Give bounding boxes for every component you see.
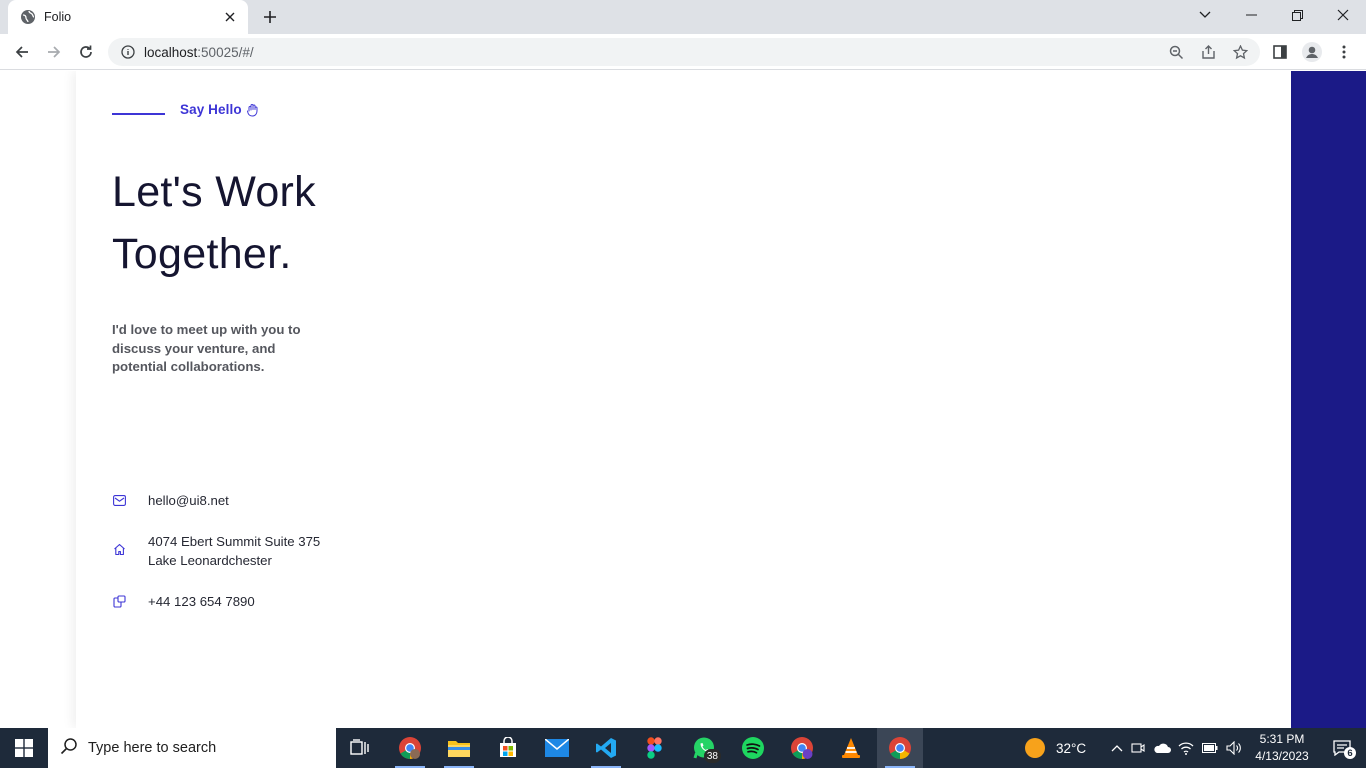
figma-icon [647,737,662,759]
taskbar-chrome-active[interactable] [877,728,923,768]
url-host: localhost [144,44,198,60]
waving-hand-icon [246,103,260,117]
sun-icon [1025,738,1045,758]
site-info-icon[interactable] [120,44,136,60]
email-link[interactable]: hello@ui8.net [148,491,229,510]
system-tray [1108,728,1246,768]
notification-count: 6 [1344,747,1356,759]
whatsapp-badge: 38 [703,749,721,763]
new-tab-button[interactable] [258,6,282,28]
zoom-icon[interactable] [1168,44,1184,60]
back-button[interactable] [9,39,35,65]
address-line-2: Lake Leonardchester [148,553,272,568]
weather-temp: 32°C [1056,740,1087,756]
contact-address-row: 4074 Ebert Summit Suite 375 Lake Leonard… [112,532,320,570]
address-line-1: 4074 Ebert Summit Suite 375 [148,534,321,549]
share-icon[interactable] [1200,44,1216,60]
page-headline: Let's Work Together. [112,161,316,285]
spotify-icon [742,737,764,759]
taskbar-whatsapp[interactable]: 38 [681,728,727,768]
contact-email-row: hello@ui8.net [112,491,229,510]
contact-section: Say Hello Let's Work Together. I'd love … [76,71,1291,728]
reload-button[interactable] [73,39,99,65]
browser-toolbar: localhost:50025/#/ [0,34,1366,70]
taskbar-spotify[interactable] [730,728,776,768]
battery-icon[interactable] [1198,743,1222,753]
section-eyebrow: Say Hello [112,102,260,117]
folder-icon [448,741,470,757]
task-view-icon [350,739,369,755]
tab-title: Folio [44,10,72,24]
store-icon [500,737,516,757]
chrome-icon [889,737,911,759]
taskbar-microsoft-store[interactable] [485,728,531,768]
headline-line-1: Let's Work [112,168,316,216]
globe-icon [20,9,36,25]
camera-icon[interactable] [1126,741,1150,755]
show-hidden-icons[interactable] [1108,744,1126,752]
taskbar-vscode[interactable] [583,728,629,768]
onedrive-cloud-icon[interactable] [1150,742,1174,754]
eyebrow-text: Say Hello [180,102,242,117]
mail-app-icon [545,739,569,757]
taskbar-chrome-profile[interactable] [387,728,433,768]
task-view-button[interactable] [337,728,383,768]
taskbar-vlc[interactable] [828,728,874,768]
close-tab-icon[interactable] [222,9,238,25]
contact-phone-row: +44 123 654 7890 [112,592,255,611]
mail-icon [112,493,126,507]
chrome-icon [791,737,813,759]
taskbar-file-explorer[interactable] [436,728,482,768]
kebab-menu-icon[interactable] [1334,42,1354,62]
taskbar-clock[interactable]: 5:31 PM 4/13/2023 [1250,731,1314,765]
profile-avatar-icon[interactable] [1302,42,1322,62]
search-placeholder: Type here to search [88,740,217,756]
wifi-icon[interactable] [1174,741,1198,755]
clock-time: 5:31 PM [1259,732,1305,746]
intro-paragraph: I'd love to meet up with you to discuss … [112,322,301,374]
volume-icon[interactable] [1222,741,1246,755]
address-text: 4074 Ebert Summit Suite 375 Lake Leonard… [148,532,320,570]
tab-strip: Folio [0,0,1366,34]
taskbar-search-box[interactable]: Type here to search [48,728,336,768]
start-button[interactable] [0,728,48,768]
home-icon [112,542,126,556]
vscode-icon [596,738,616,758]
phone-number[interactable]: +44 123 654 7890 [148,592,255,611]
url-path: :50025/#/ [197,44,254,60]
tab-search-icon[interactable] [1182,0,1228,30]
address-bar[interactable]: localhost:50025/#/ [108,38,1260,66]
weather-widget[interactable]: 32°C [1024,728,1086,768]
headline-line-2: Together. [112,230,292,278]
browser-tab-folio[interactable]: Folio [8,0,248,34]
windows-logo-icon [15,739,33,757]
forward-button[interactable] [41,39,67,65]
taskbar-figma[interactable] [632,728,678,768]
phone-icon [112,594,126,608]
side-panel-icon[interactable] [1270,42,1290,62]
bookmark-star-icon[interactable] [1232,44,1248,60]
close-window-button[interactable] [1320,0,1366,30]
clock-date: 4/13/2023 [1255,749,1309,763]
windows-taskbar: Type here to search 38 32°C 5:31 PM 4/13… [0,728,1366,768]
minimize-button[interactable] [1228,0,1274,30]
search-icon [60,737,78,760]
left-gutter [0,71,76,728]
taskbar-chrome-profile-2[interactable] [779,728,825,768]
restore-button[interactable] [1274,0,1320,30]
vlc-icon [842,738,860,758]
page-viewport: Say Hello Let's Work Together. I'd love … [0,71,1366,728]
eyebrow-line [112,112,165,115]
taskbar-mail[interactable] [534,728,580,768]
url-text: localhost:50025/#/ [144,45,254,60]
notification-center-button[interactable]: 6 [1322,728,1362,768]
side-color-band [1291,71,1366,728]
chrome-icon [399,737,421,759]
